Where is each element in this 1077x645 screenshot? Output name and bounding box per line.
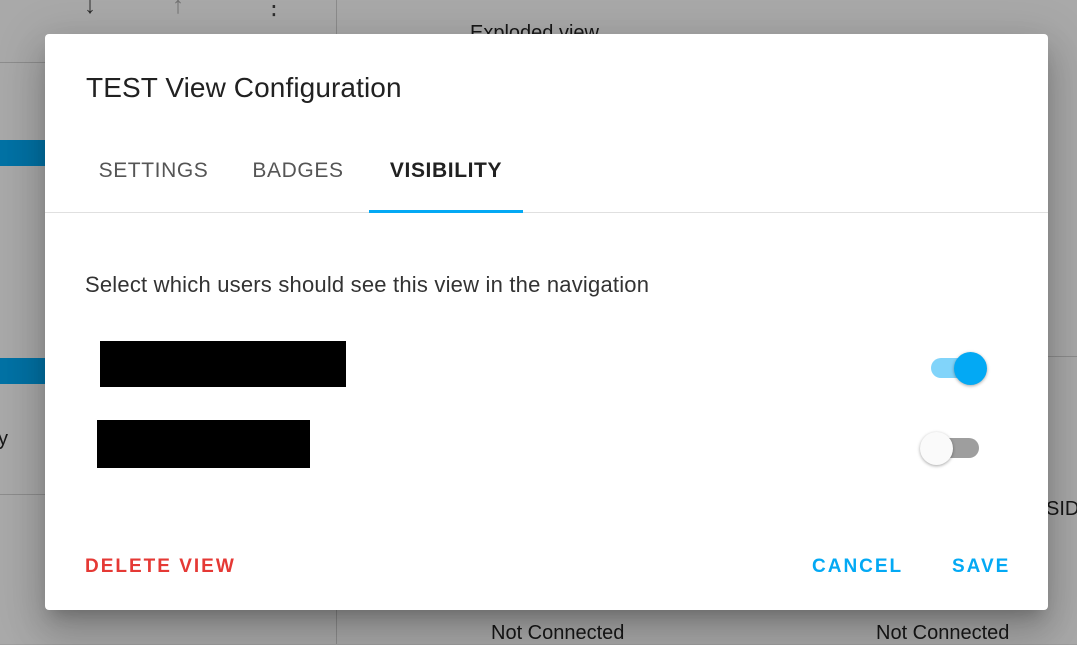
- user-visibility-toggle[interactable]: [925, 348, 989, 388]
- view-configuration-dialog: TEST View Configuration SETTINGS BADGES …: [45, 34, 1048, 610]
- toggle-thumb: [954, 352, 987, 385]
- tab-visibility[interactable]: VISIBILITY: [369, 146, 523, 213]
- user-visibility-row: [45, 341, 1048, 391]
- redacted-user-name: [100, 341, 346, 387]
- dialog-title: TEST View Configuration: [86, 72, 402, 103]
- save-button[interactable]: SAVE: [952, 556, 1010, 578]
- tab-bar: SETTINGS BADGES VISIBILITY: [45, 146, 1048, 213]
- tab-badges[interactable]: BADGES: [236, 146, 360, 212]
- delete-view-button[interactable]: DELETE VIEW: [85, 556, 236, 578]
- cancel-button[interactable]: CANCEL: [812, 556, 903, 578]
- visibility-description: Select which users should see this view …: [85, 272, 650, 297]
- user-visibility-toggle[interactable]: [919, 428, 983, 468]
- tab-settings[interactable]: SETTINGS: [79, 146, 228, 212]
- redacted-user-name: [97, 420, 310, 468]
- user-visibility-row: [45, 420, 1048, 470]
- toggle-thumb: [920, 432, 953, 465]
